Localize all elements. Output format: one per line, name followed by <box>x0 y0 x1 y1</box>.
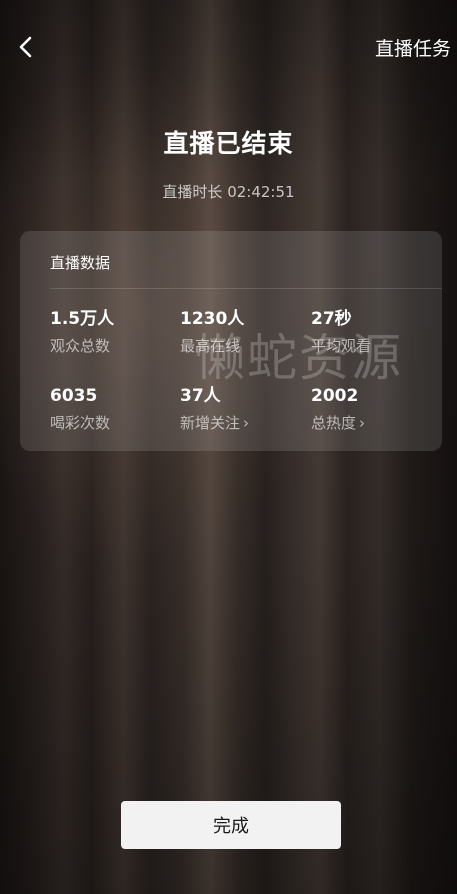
stat-total-heat[interactable]: 2002 总热度 › <box>311 386 436 432</box>
divider <box>50 288 442 289</box>
stat-cheers: 6035 喝彩次数 <box>50 386 175 432</box>
stat-label: 最高在线 <box>180 337 241 355</box>
top-bar: 直播任务 <box>0 0 457 96</box>
live-duration: 直播时长 02:42:51 <box>162 183 295 201</box>
stat-new-followers[interactable]: 37人 新增关注 › <box>180 386 305 432</box>
stat-value: 1230人 <box>180 309 245 329</box>
chevron-right-icon: › <box>359 414 366 432</box>
stat-label: 观众总数 <box>50 337 111 355</box>
live-data-card: 直播数据 1.5万人 观众总数 1230人 最高在线 27秒 平均观看 6035… <box>20 231 442 451</box>
total-heat-link[interactable]: 总热度 › <box>311 414 436 432</box>
card-title: 直播数据 <box>50 254 111 272</box>
live-task-link[interactable]: 直播任务 <box>375 34 451 61</box>
page-title: 直播已结束 <box>163 129 294 158</box>
stat-value: 1.5万人 <box>50 309 115 329</box>
chevron-left-icon <box>19 36 32 58</box>
stat-value: 6035 <box>50 386 98 406</box>
stat-label: 平均观看 <box>311 337 372 355</box>
stat-value: 2002 <box>311 386 359 406</box>
stat-value: 37人 <box>180 386 221 406</box>
done-button[interactable]: 完成 <box>121 801 341 849</box>
back-button[interactable] <box>12 32 42 62</box>
stat-label: 喝彩次数 <box>50 414 111 432</box>
stat-total-viewers: 1.5万人 观众总数 <box>50 309 175 355</box>
stat-label: 新增关注 <box>180 414 241 432</box>
new-followers-link[interactable]: 新增关注 › <box>180 414 305 432</box>
stat-label: 总热度 <box>311 414 357 432</box>
stat-value: 27秒 <box>311 309 352 329</box>
stat-avg-watch: 27秒 平均观看 <box>311 309 436 355</box>
chevron-right-icon: › <box>243 414 250 432</box>
stat-peak-online: 1230人 最高在线 <box>180 309 305 355</box>
